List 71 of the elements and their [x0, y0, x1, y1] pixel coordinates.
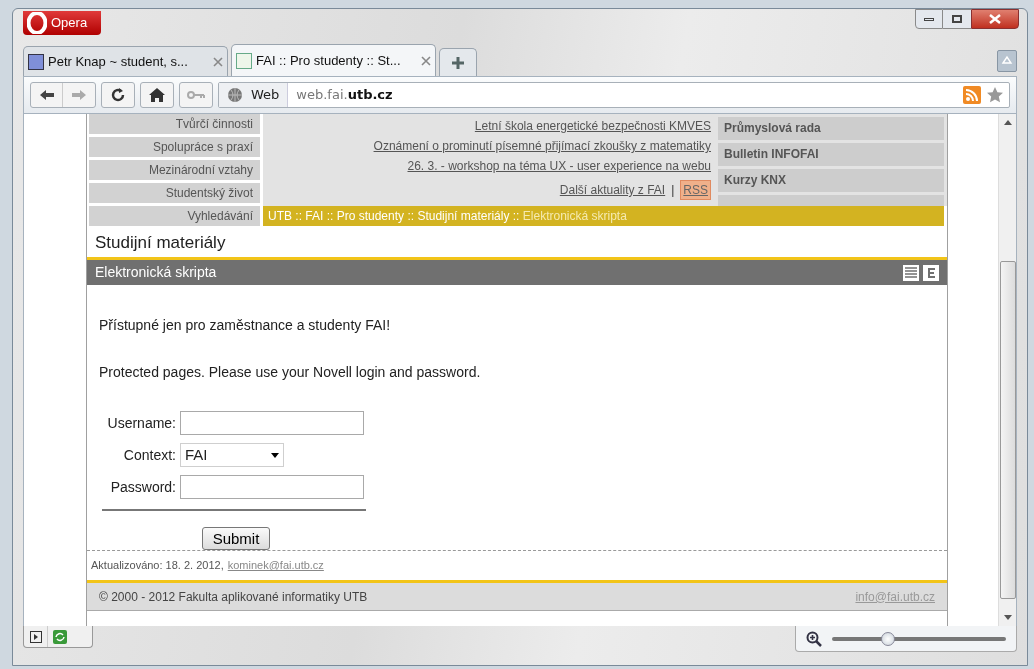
- field-label: Username:: [106, 413, 176, 433]
- tab-favicon-icon: [28, 53, 44, 70]
- side-link[interactable]: Bulletin INFOFAI: [718, 143, 944, 166]
- separator-text: |: [671, 182, 675, 199]
- browser-tab[interactable]: Petr Knap ~ student, s...: [23, 46, 228, 76]
- key-button[interactable]: [179, 82, 213, 108]
- zoom-in-icon: [806, 630, 822, 647]
- rss-feed-icon: [963, 86, 981, 104]
- breadcrumb-current: Elektronická skripta: [522, 209, 627, 223]
- panel-icon: [29, 630, 42, 643]
- input-field[interactable]: [180, 475, 364, 499]
- new-tab-button[interactable]: [439, 48, 477, 76]
- vertical-scrollbar[interactable]: [998, 114, 1016, 626]
- breadcrumb-path: UTB :: FAI :: Pro studenty :: Studijní materiály ::: [268, 209, 520, 223]
- instruction-text: Protected pages. Please use your Novell login and password.: [99, 363, 482, 382]
- scroll-up-icon: [1003, 120, 1012, 125]
- field-label: Context:: [122, 445, 176, 465]
- browser-tab[interactable]: FAI :: Pro studenty :: St...: [231, 44, 436, 76]
- caret-icon: [271, 452, 279, 458]
- news-link[interactable]: Oznámení o prominutí písemné přijímací zkoušky z matematiky: [373, 140, 711, 153]
- url-text: web.fai.utb.cz: [295, 86, 394, 105]
- opera-logo-icon: [27, 12, 47, 34]
- email-link[interactable]: kominek@fai.utb.cz: [227, 557, 324, 574]
- recycle-icon: [1001, 55, 1013, 67]
- scroll-down-icon: [1003, 615, 1012, 620]
- address-field[interactable]: Web web.fai.utb.cz: [218, 82, 1010, 108]
- globe-icon: [227, 87, 243, 103]
- opera-menu-button[interactable]: Opera: [23, 11, 101, 35]
- nav-link[interactable]: Vyhledávání: [89, 206, 260, 226]
- close-tab-icon: [213, 56, 223, 67]
- home-icon: [149, 88, 165, 102]
- nav-link[interactable]: Studentský život: [89, 183, 260, 203]
- address-scheme-label: Web: [251, 86, 280, 105]
- zoom-slider[interactable]: [832, 631, 1006, 646]
- scrollbar-thumb[interactable]: [999, 261, 1016, 599]
- reload-button[interactable]: [101, 82, 135, 108]
- close-tab-icon: [421, 55, 431, 66]
- zoom-slider-thumb[interactable]: [880, 631, 895, 646]
- key-icon: [187, 91, 205, 99]
- reload-icon: [110, 87, 126, 103]
- more-news-link[interactable]: Další aktuality z FAI: [559, 181, 666, 199]
- maximize-button[interactable]: [943, 9, 971, 29]
- nav-link[interactable]: Mezinárodní vztahy: [89, 160, 260, 180]
- rss-link[interactable]: RSS: [680, 180, 711, 200]
- context-dropdown[interactable]: FAI: [180, 443, 284, 467]
- plus-icon: [452, 56, 464, 69]
- close-button[interactable]: [971, 9, 1019, 29]
- news-link[interactable]: Letní škola energetické bezpečnosti KMVES: [474, 120, 711, 133]
- forward-arrow-icon: [72, 90, 86, 100]
- close-icon: [989, 14, 1001, 24]
- access-notice: Přístupné jen pro zaměstnance a studenty FAI!: [99, 316, 392, 335]
- minimize-button[interactable]: [915, 9, 943, 29]
- tab-favicon-icon: [236, 52, 252, 69]
- side-link[interactable]: Kurzy KNX: [718, 169, 944, 192]
- section-title: Elektronická skripta: [95, 263, 217, 282]
- updated-text: Aktualizováno: 18. 2. 2012,: [91, 558, 224, 574]
- bookmark-star-icon: [987, 87, 1003, 103]
- input-field[interactable]: [180, 411, 364, 435]
- sync-icon: [53, 629, 67, 644]
- back-arrow-icon: [39, 90, 54, 100]
- nav-link[interactable]: Spolupráce s praxí: [89, 137, 260, 157]
- list-view-icon: [903, 264, 919, 281]
- trash-button[interactable]: [997, 50, 1017, 72]
- nav-link[interactable]: Tvůrčí činnosti: [89, 114, 260, 134]
- home-button[interactable]: [140, 82, 174, 108]
- copyright-text: © 2000 - 2012 Fakulta aplikované informatiky UTB: [99, 588, 368, 606]
- side-link[interactable]: Průmyslová rada: [718, 117, 944, 140]
- field-label: Password:: [109, 477, 176, 497]
- letter-e-icon: [923, 264, 939, 281]
- news-link[interactable]: 26. 3. - workshop na téma UX - user experience na webu: [407, 160, 711, 173]
- submit-button[interactable]: Submit: [202, 527, 270, 550]
